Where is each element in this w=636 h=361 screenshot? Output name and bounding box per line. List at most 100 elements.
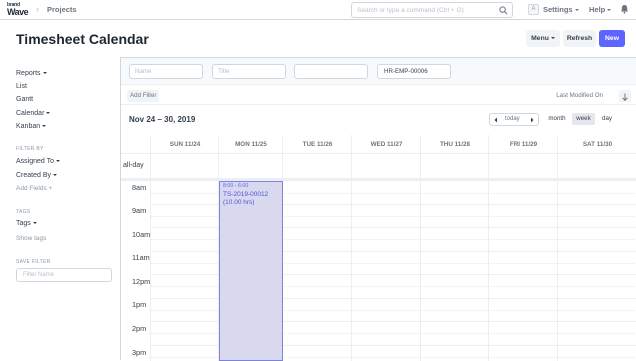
day-header: MON 11/25 — [219, 135, 283, 154]
show-tags-link[interactable]: Show tags — [16, 235, 46, 242]
calendar-nav-group: today — [489, 113, 539, 126]
filter-input[interactable] — [294, 64, 368, 79]
grid-line — [150, 135, 151, 361]
chevron-down-icon — [607, 9, 612, 12]
sidebar-item-reports[interactable]: Reports — [16, 70, 47, 77]
chevron-down-icon — [56, 160, 61, 163]
title-filter-input[interactable]: Title — [212, 64, 286, 79]
sort-by-dropdown[interactable]: Last Modified On — [556, 92, 603, 99]
view-switcher: month week day — [544, 113, 629, 126]
filter-name-placeholder: Filter Name — [23, 272, 55, 278]
day-header: SAT 11/30 — [558, 135, 636, 154]
view-day-button[interactable]: day — [597, 113, 617, 125]
event-hours: (10.00 hrs) — [223, 199, 255, 206]
avatar[interactable]: A — [528, 4, 539, 15]
sidebar-item-label: Calendar — [16, 110, 45, 117]
brand-logo[interactable]: brand Wave — [7, 3, 33, 18]
title-placeholder: Title — [218, 68, 230, 75]
grid-line — [420, 135, 421, 361]
employee-filter-input[interactable]: HR-EMP-00006 — [377, 64, 451, 79]
sidebar-item-calendar[interactable]: Calendar — [16, 110, 51, 117]
add-fields-link[interactable]: Add Fields + — [16, 185, 52, 192]
sort-order-button[interactable] — [619, 90, 631, 102]
day-header: THU 11/28 — [421, 135, 489, 154]
name-filter-input[interactable]: Name — [129, 64, 203, 79]
chevron-down-icon — [46, 112, 51, 115]
plus-icon: + — [48, 185, 53, 192]
filter-name-input[interactable]: Filter Name — [16, 268, 112, 282]
refresh-button[interactable]: Refresh — [563, 30, 596, 47]
hour-label: 10am — [132, 230, 151, 239]
hour-label: 2pm — [132, 324, 147, 333]
standard-filter-bar: Name Title HR-EMP-00006 — [121, 58, 636, 85]
breadcrumb-projects[interactable]: Projects — [47, 5, 77, 14]
new-button[interactable]: New — [599, 30, 625, 47]
sidebar-item-kanban[interactable]: Kanban — [16, 123, 47, 130]
all-day-divider — [121, 178, 636, 181]
sidebar-item-label: Tags — [16, 220, 31, 227]
menu-button[interactable]: Menu — [526, 30, 560, 47]
chevron-down-icon — [32, 222, 37, 225]
add-fields-label: Add Fields — [16, 185, 47, 192]
sort-descending-icon — [622, 93, 628, 102]
hour-label: 8am — [132, 183, 147, 192]
save-filter-heading: SAVE FILTER — [16, 259, 51, 265]
breadcrumb-chevron-icon: › — [36, 4, 39, 14]
hour-label: 11am — [132, 253, 150, 262]
time-axis-head — [121, 135, 151, 154]
logo-bottom-text: Wave — [7, 7, 29, 17]
day-header: SUN 11/24 — [151, 135, 219, 154]
event-title: TS-2019-00012 (10.00 hrs) — [223, 191, 268, 207]
week-grid: SUN 11/24 MON 11/25 TUE 11/26 WED 11/27 … — [121, 135, 636, 361]
prev-week-icon[interactable] — [491, 115, 501, 125]
sidebar-item-label: Created By — [16, 172, 52, 179]
sidebar-item-label: Assigned To — [16, 158, 55, 165]
next-week-icon[interactable] — [527, 115, 537, 125]
chevron-down-icon — [42, 125, 47, 128]
event-name: TS-2019-00012 — [223, 191, 269, 198]
hour-label: 9am — [132, 206, 147, 215]
tags-heading: TAGS — [16, 209, 31, 215]
sidebar-item-assigned-to[interactable]: Assigned To — [16, 158, 61, 165]
hour-label: 3pm — [132, 348, 147, 357]
add-filter-button[interactable]: Add Filter — [127, 90, 160, 102]
search-icon — [499, 6, 508, 15]
chevron-down-icon — [550, 37, 555, 40]
event-time: 8:00 - 6:00 — [223, 183, 249, 189]
view-month-button[interactable]: month — [544, 113, 570, 125]
help-label: Help — [589, 5, 606, 14]
sidebar-item-list[interactable]: List — [16, 83, 27, 90]
sidebar-item-created-by[interactable]: Created By — [16, 172, 58, 179]
filter-actions-row: Add Filter Last Modified On — [121, 86, 636, 105]
search-placeholder: Search or type a command (Ctrl + G) — [357, 7, 464, 14]
hour-label: 12pm — [132, 277, 151, 286]
employee-value: HR-EMP-00006 — [384, 68, 428, 75]
sidebar-item-gantt[interactable]: Gantt — [16, 96, 33, 103]
day-header: WED 11/27 — [352, 135, 421, 154]
timesheet-event[interactable]: 8:00 - 6:00 TS-2019-00012 (10.00 hrs) — [219, 181, 283, 361]
chevron-down-icon — [53, 174, 58, 177]
grid-line — [557, 135, 558, 361]
grid-line — [351, 135, 352, 361]
filter-by-heading: FILTER BY — [16, 146, 44, 152]
sidebar-item-label: Reports — [16, 70, 41, 77]
navbar: brand Wave › Projects Search or type a c… — [0, 0, 636, 20]
page-title: Timesheet Calendar — [16, 31, 149, 47]
hour-label: 1pm — [132, 300, 147, 309]
bell-icon[interactable] — [620, 4, 629, 14]
settings-dropdown[interactable]: Settings — [543, 5, 579, 14]
sidebar-item-label: Kanban — [16, 123, 41, 130]
search-input[interactable]: Search or type a command (Ctrl + G) — [351, 2, 513, 18]
day-header: TUE 11/26 — [283, 135, 352, 154]
menu-label: Menu — [531, 35, 549, 42]
help-dropdown[interactable]: Help — [589, 5, 612, 14]
main-panel: Name Title HR-EMP-00006 Add Filter Last … — [120, 57, 636, 361]
sidebar-item-tags[interactable]: Tags — [16, 220, 37, 227]
settings-label: Settings — [543, 5, 573, 14]
calendar-toolbar: Nov 24 – 30, 2019 today month week day — [121, 106, 636, 134]
chevron-down-icon — [42, 72, 47, 75]
day-header: FRI 11/29 — [489, 135, 558, 154]
today-button[interactable]: today — [505, 116, 520, 122]
name-placeholder: Name — [135, 68, 152, 75]
view-week-button[interactable]: week — [572, 113, 595, 125]
